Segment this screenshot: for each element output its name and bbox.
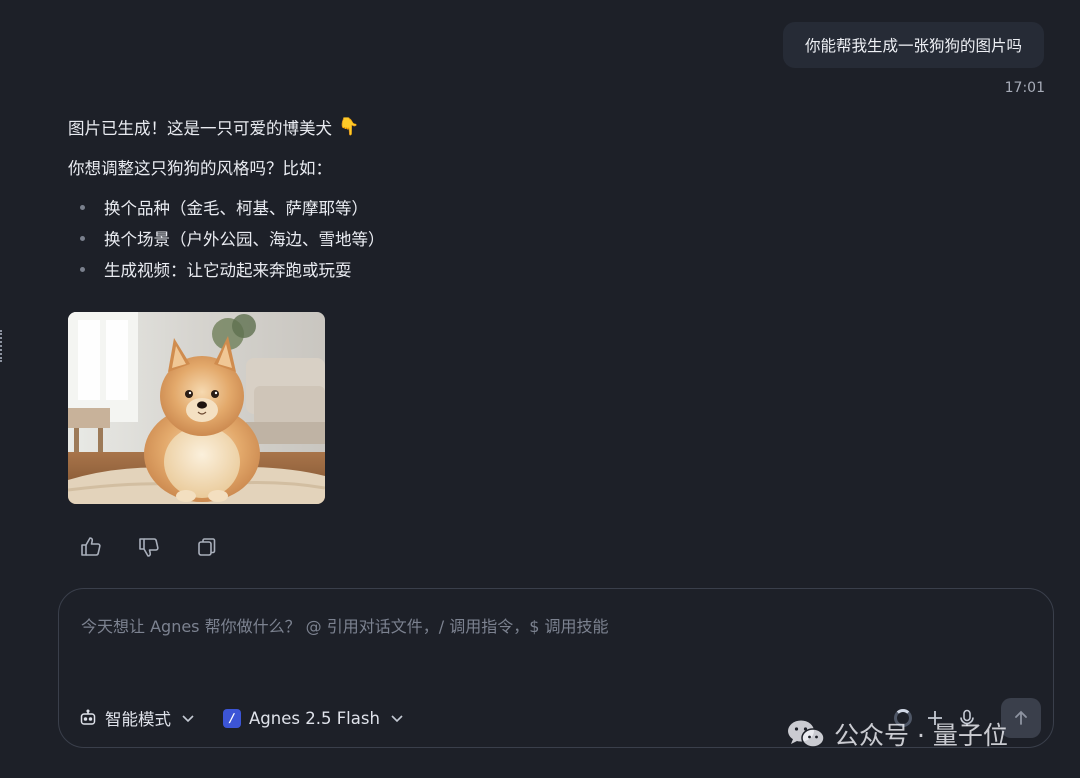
mode-selector[interactable]: 智能模式 <box>79 703 195 733</box>
list-item: 生成视频：让它动起来奔跑或玩耍 <box>68 253 385 284</box>
copy-icon <box>198 538 216 556</box>
pointing-down-emoji: 👇 <box>338 117 360 137</box>
feedback-actions <box>78 534 220 560</box>
agnes-logo-icon: ∕ <box>223 708 241 728</box>
mode-label: 智能模式 <box>105 710 171 729</box>
message-composer: 智能模式 ∕ Agnes 2.5 Flash <box>58 588 1054 748</box>
arrow-up-icon <box>1015 710 1027 725</box>
robot-icon <box>79 709 97 727</box>
model-selector[interactable]: ∕ Agnes 2.5 Flash <box>223 703 404 733</box>
plus-icon <box>928 711 942 725</box>
thumbs-up-icon <box>81 537 101 556</box>
generated-dog-image[interactable] <box>68 312 325 504</box>
reply-line-1-text: 图片已生成！这是一只可爱的博美犬 <box>68 119 332 138</box>
send-button[interactable] <box>1001 698 1041 738</box>
composer-toolbar: 智能模式 ∕ Agnes 2.5 Flash <box>79 703 404 733</box>
loading-indicator <box>887 702 919 734</box>
chevron-down-icon <box>181 711 195 725</box>
microphone-icon <box>960 709 974 726</box>
chat-page: 你能帮我生成一张狗狗的图片吗 17:01 图片已生成！这是一只可爱的博美犬 👇 … <box>0 0 1080 778</box>
add-attachment-button[interactable] <box>919 702 951 734</box>
list-item: 换个场景（户外公园、海边、雪地等） <box>68 222 385 253</box>
loading-spinner-icon <box>894 709 912 727</box>
model-label: Agnes 2.5 Flash <box>249 708 380 728</box>
copy-button[interactable] <box>194 534 220 560</box>
reply-line-2: 你想调整这只狗狗的风格吗？比如： <box>68 159 332 178</box>
assistant-reply: 图片已生成！这是一只可爱的博美犬 👇 你想调整这只狗狗的风格吗？比如： 换个品种… <box>68 113 385 284</box>
user-message-bubble: 你能帮我生成一张狗狗的图片吗 <box>782 22 1044 68</box>
reply-suggestion-list: 换个品种（金毛、柯基、萨摩耶等） 换个场景（户外公园、海边、雪地等） 生成视频：… <box>68 191 385 284</box>
like-button[interactable] <box>78 534 104 560</box>
chevron-down-icon <box>390 711 404 725</box>
left-edge-marker <box>0 330 5 362</box>
reply-line-1: 图片已生成！这是一只可爱的博美犬 👇 <box>68 113 385 141</box>
voice-input-button[interactable] <box>951 702 983 734</box>
dislike-button[interactable] <box>136 534 162 560</box>
message-input[interactable] <box>79 611 983 675</box>
thumbs-down-icon <box>139 538 159 557</box>
user-message-time: 17:01 <box>1004 80 1045 96</box>
list-item: 换个品种（金毛、柯基、萨摩耶等） <box>68 191 385 222</box>
user-message-text: 你能帮我生成一张狗狗的图片吗 <box>804 37 1022 55</box>
composer-right-tools <box>887 697 1041 739</box>
